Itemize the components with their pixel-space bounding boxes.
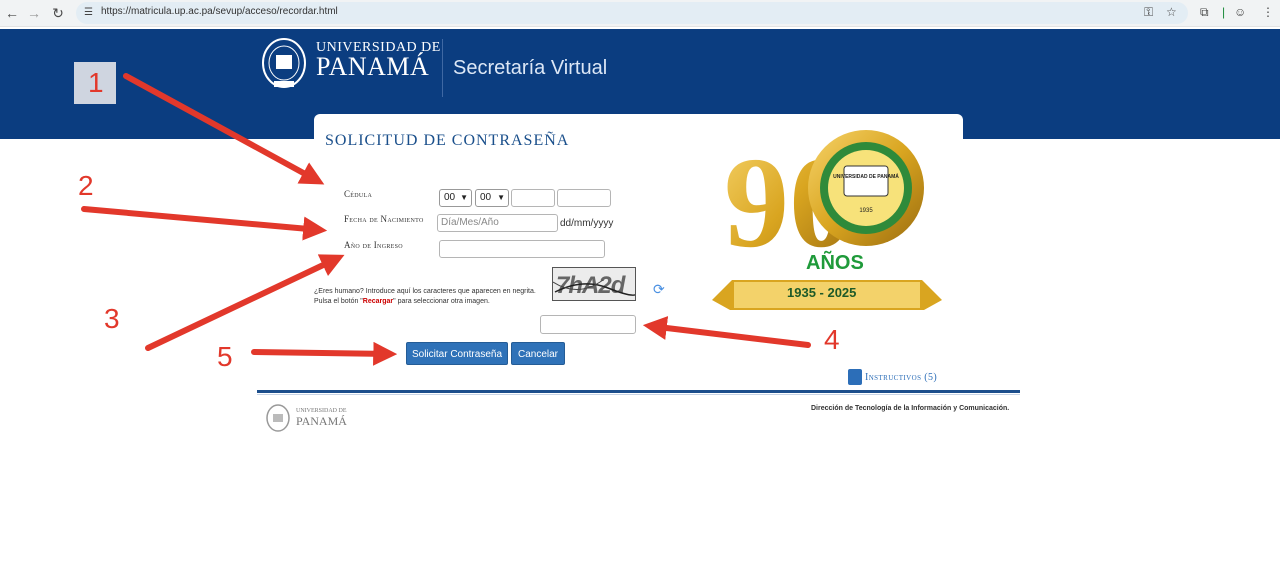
annotation-number-5: 5 — [217, 341, 233, 372]
chevron-down-icon: ▼ — [460, 193, 468, 202]
address-bar[interactable]: ☰ https://matricula.up.ac.pa/sevup/acces… — [76, 2, 1188, 24]
captcha-help-part2: " para seleccionar otra imagen. — [393, 298, 490, 305]
key-icon[interactable]: ⚿ — [1144, 5, 1153, 19]
fecha-label: Fecha de Nacimiento — [344, 214, 424, 224]
badge-anos: AÑOS — [806, 252, 864, 274]
seal-text: UNIVERSIDAD DE PANAMÁ — [833, 173, 899, 180]
captcha-help-text: ¿Eres humano? Introduce aquí los caracte… — [314, 287, 536, 307]
captcha-noise-lines — [553, 279, 635, 296]
extensions-icon[interactable]: ⧉ — [1200, 5, 1209, 19]
footer-direccion: Dirección de Tecnología de la Informació… — [811, 405, 1010, 412]
footer-logo-line2: PANAMÁ — [296, 414, 347, 428]
cedula-province-value: 00 — [444, 192, 456, 203]
captcha-input[interactable] — [540, 315, 636, 334]
menu-kebab-icon[interactable]: ⋮ — [1262, 5, 1274, 19]
reload-page-icon[interactable]: ↻ — [49, 4, 67, 22]
ingreso-label: Año de Ingreso — [344, 240, 403, 250]
captcha-image: 7hA2d — [552, 267, 636, 301]
url-text: https://matricula.up.ac.pa/sevup/acceso/… — [101, 6, 338, 17]
bookmark-star-icon[interactable]: ☆ — [1166, 5, 1177, 19]
annotation-number-2: 2 — [78, 170, 94, 201]
divider-icon: | — [1222, 5, 1226, 19]
date-format-hint: dd/mm/yyyy — [560, 218, 614, 229]
footer-divider-thin — [257, 394, 1020, 395]
seal-year: 1935 — [859, 208, 873, 214]
header-title: Secretaría Virtual — [453, 57, 608, 79]
annotation-number-1: 1 — [88, 67, 104, 98]
site-info-icon[interactable]: ☰ — [84, 6, 93, 20]
university-seal-icon — [262, 38, 306, 88]
cedula-label: Cédula — [344, 189, 373, 199]
arrow-2 — [81, 206, 328, 241]
cedula-tomo-select[interactable]: 00 ▼ — [475, 189, 509, 207]
instructivos-link[interactable]: Instructivos (5) — [865, 372, 937, 383]
header-divider — [442, 39, 443, 97]
cedula-extra-input[interactable] — [557, 189, 611, 207]
profile-icon[interactable]: ☺ — [1234, 5, 1246, 19]
footer-seal-icon — [266, 404, 290, 432]
footer-divider — [257, 390, 1020, 393]
back-icon[interactable]: ← — [3, 4, 21, 22]
captcha-help-reload: Recargar — [362, 298, 394, 305]
ano-ingreso-input[interactable] — [439, 240, 605, 258]
cedula-province-select[interactable]: 00 ▼ — [439, 189, 472, 207]
arrow-3 — [145, 254, 345, 351]
captcha-reload-icon[interactable]: ⟳ — [653, 281, 665, 298]
book-icon[interactable] — [848, 369, 862, 385]
browser-toolbar: ← → ↻ ☰ https://matricula.up.ac.pa/sevup… — [0, 0, 1280, 27]
annotation-number-4: 4 — [824, 324, 840, 355]
fecha-nacimiento-input[interactable]: Día/Mes/Año — [437, 214, 558, 232]
cancel-button[interactable]: Cancelar — [511, 342, 565, 365]
cedula-asiento-input[interactable] — [511, 189, 555, 207]
form-title: SOLICITUD DE CONTRASEÑA — [325, 132, 570, 149]
forward-icon[interactable]: → — [25, 4, 43, 22]
badge-years: 1935 - 2025 — [787, 285, 857, 300]
chevron-down-icon: ▼ — [497, 193, 505, 202]
logo-line2: PANAMÁ — [316, 52, 430, 81]
page: ← → ↻ ☰ https://matricula.up.ac.pa/sevup… — [0, 0, 1280, 572]
annotation-number-3: 3 — [104, 303, 120, 334]
cedula-tomo-value: 00 — [480, 192, 492, 203]
submit-button[interactable]: Solicitar Contraseña — [406, 342, 508, 365]
